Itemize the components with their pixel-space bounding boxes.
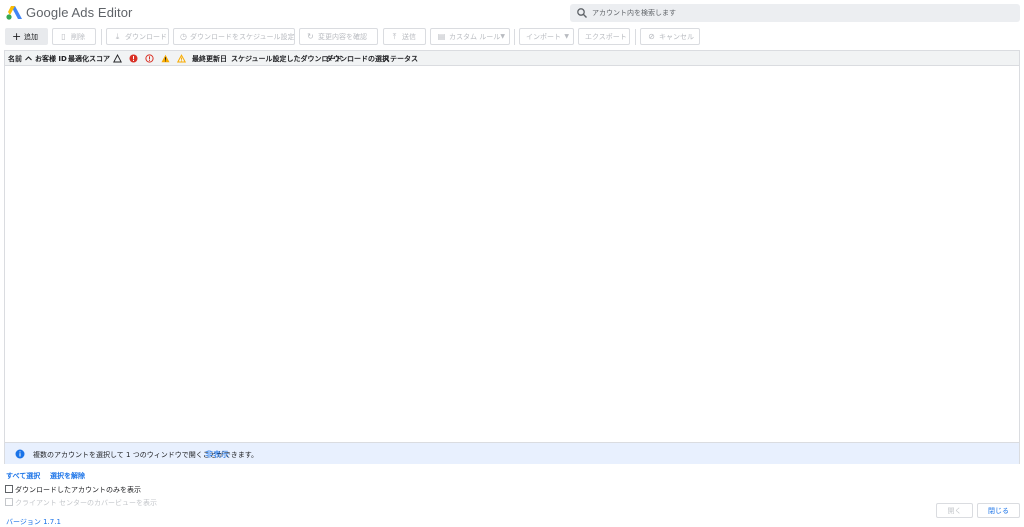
cancel-button[interactable]: ⊘ キャンセル <box>640 28 700 45</box>
chevron-down-icon: ▼ <box>500 33 505 40</box>
show-client-center-checkbox[interactable] <box>5 498 13 506</box>
header-bar: Google Ads Editor アカウント内を検索します <box>0 0 1024 26</box>
accounts-table: 名前 お客様 ID 最適化スコア 最終更新日 スケジュール設定したダウンロード … <box>4 50 1020 464</box>
column-customer-id[interactable]: お客様 ID <box>35 54 67 64</box>
deselect-link[interactable]: 選択を解除 <box>50 471 85 481</box>
toolbar: + 追加 ▯ 削除 ⤓ ダウンロード ◷ ダウンロードをスケジュール設定 ↻ 変… <box>0 27 1024 47</box>
show-client-center-label: クライアント センターのカバービューを表示 <box>15 499 157 507</box>
cancel-icon: ⊘ <box>648 31 655 41</box>
google-ads-logo-icon <box>6 6 22 20</box>
download-icon: ⤓ <box>115 31 120 41</box>
download-button[interactable]: ⤓ ダウンロード <box>106 28 169 45</box>
import-dropdown[interactable]: インポート ▼ <box>519 28 574 45</box>
error-filled-icon[interactable] <box>129 54 138 63</box>
column-last-updated[interactable]: 最終更新日 <box>192 54 227 64</box>
info-icon <box>15 449 25 459</box>
app-title: Google Ads Editor <box>26 5 133 20</box>
clock-icon: ◷ <box>180 31 187 41</box>
plus-icon: + <box>12 30 22 43</box>
custom-rules-dropdown[interactable]: ▤ カスタム ルール ▼ <box>430 28 510 45</box>
chevron-down-icon: ▼ <box>564 33 569 40</box>
column-name[interactable]: 名前 <box>8 54 22 64</box>
upload-icon: ⤒ <box>392 31 397 41</box>
delete-button[interactable]: ▯ 削除 <box>52 28 96 45</box>
toolbar-divider <box>514 29 515 45</box>
show-downloaded-only-label[interactable]: ダウンロードしたアカウントのみを表示 <box>15 485 141 495</box>
warning-outline-yellow-icon[interactable] <box>177 54 186 63</box>
search-placeholder: アカウント内を検索します <box>592 9 676 17</box>
error-outline-icon[interactable] <box>145 54 154 63</box>
schedule-download-button[interactable]: ◷ ダウンロードをスケジュール設定 <box>173 28 295 45</box>
review-changes-button[interactable]: ↻ 変更内容を確認 <box>299 28 378 45</box>
sort-ascending-icon[interactable] <box>24 54 33 63</box>
column-optimization-score[interactable]: 最適化スコア <box>68 54 110 64</box>
info-banner: 複数のアカウントを選択して 1 つのウィンドウで開くことができます。 非表示 <box>5 442 1019 464</box>
search-icon <box>577 8 587 18</box>
post-button[interactable]: ⤒ 送信 <box>383 28 426 45</box>
close-button[interactable]: 閉じる <box>977 503 1020 518</box>
account-search-input[interactable]: アカウント内を検索します <box>570 4 1020 22</box>
toolbar-divider <box>635 29 636 45</box>
hide-link[interactable]: 非表示 <box>205 449 229 460</box>
document-icon: ▤ <box>437 31 446 41</box>
toolbar-divider <box>101 29 102 45</box>
select-all-link[interactable]: すべて選択 <box>6 471 40 481</box>
table-body[interactable] <box>5 66 1019 442</box>
trash-icon: ▯ <box>61 31 66 41</box>
version-link[interactable]: バージョン 1.7.1 <box>6 517 61 527</box>
table-header: 名前 お客様 ID 最適化スコア 最終更新日 スケジュール設定したダウンロード … <box>5 51 1019 66</box>
warning-outline-icon[interactable] <box>113 54 122 63</box>
column-status[interactable]: ステータス <box>383 54 418 64</box>
add-button[interactable]: + 追加 <box>5 28 48 45</box>
open-button[interactable]: 開く <box>936 503 973 518</box>
show-downloaded-only-checkbox[interactable] <box>5 485 13 493</box>
column-download-selection[interactable]: ダウンロードの選択 <box>326 54 389 64</box>
warning-filled-icon[interactable] <box>161 54 170 63</box>
account-manager-window: Google Ads Editor アカウント内を検索します + 追加 ▯ 削除… <box>0 0 1024 527</box>
refresh-icon: ↻ <box>307 31 314 41</box>
export-button[interactable]: エクスポート <box>578 28 630 45</box>
